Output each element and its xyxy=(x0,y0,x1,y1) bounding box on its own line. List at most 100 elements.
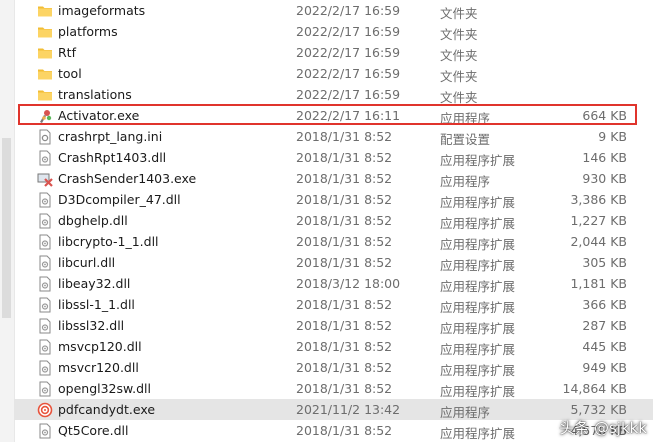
file-row[interactable]: libeay32.dll 2018/3/12 18:00 应用程序扩展 1,181 K… xyxy=(14,273,653,294)
file-type: 应用程序扩展 xyxy=(440,300,516,315)
file-date: 2018/1/31 8:52 xyxy=(296,381,393,396)
file-date: 2018/1/31 8:52 xyxy=(296,297,393,312)
file-row-selected[interactable]: Activator.exe 2022/2/17 16:11 应用程序 664 KB xyxy=(14,105,653,126)
dll-file-icon xyxy=(37,423,53,439)
file-type: 文件夹 xyxy=(440,90,478,105)
file-type: 应用程序扩展 xyxy=(440,237,516,252)
file-row[interactable]: imageformats 2022/2/17 16:59 文件夹 xyxy=(14,0,653,21)
file-row[interactable]: msvcp120.dll 2018/1/31 8:52 应用程序扩展 445 KB xyxy=(14,336,653,357)
file-name: libssl32.dll xyxy=(58,318,125,333)
file-name: tool xyxy=(58,66,82,81)
file-date: 2018/1/31 8:52 xyxy=(296,171,393,186)
file-row[interactable]: CrashRpt1403.dll 2018/1/31 8:52 应用程序扩展 146 … xyxy=(14,147,653,168)
dll-file-icon xyxy=(37,234,53,250)
file-size: 2,044 KB xyxy=(570,234,627,249)
file-row[interactable]: platforms 2022/2/17 16:59 文件夹 xyxy=(14,21,653,42)
folder-icon xyxy=(37,87,53,103)
file-name: msvcr120.dll xyxy=(58,360,139,375)
file-row[interactable]: translations 2022/2/17 16:59 文件夹 xyxy=(14,84,653,105)
file-size: 287 KB xyxy=(582,318,627,333)
file-date: 2022/2/17 16:59 xyxy=(296,3,401,18)
file-row[interactable]: dbghelp.dll 2018/1/31 8:52 应用程序扩展 1,227 KB xyxy=(14,210,653,231)
file-date: 2018/1/31 8:52 xyxy=(296,192,393,207)
file-size: 664 KB xyxy=(582,108,627,123)
file-date: 2018/1/31 8:52 xyxy=(296,150,393,165)
file-name: CrashSender1403.exe xyxy=(58,171,197,186)
dll-file-icon xyxy=(37,213,53,229)
file-date: 2018/1/31 8:52 xyxy=(296,318,393,333)
file-row[interactable]: D3Dcompiler_47.dll 2018/1/31 8:52 应用程序扩展 3,… xyxy=(14,189,653,210)
file-row[interactable]: Rtf 2022/2/17 16:59 文件夹 xyxy=(14,42,653,63)
file-type: 文件夹 xyxy=(440,48,478,63)
file-name: libeay32.dll xyxy=(58,276,131,291)
navigation-pane-scrollbar[interactable] xyxy=(0,0,15,442)
file-name: platforms xyxy=(58,24,118,39)
file-size: 14,864 KB xyxy=(562,381,627,396)
file-row[interactable]: msvcr120.dll 2018/1/31 8:52 应用程序扩展 949 KB xyxy=(14,357,653,378)
dll-file-icon xyxy=(37,360,53,376)
file-row[interactable]: Qt5Core.dll 2018/1/31 8:52 应用程序扩展 4,570 KB xyxy=(14,420,653,441)
file-type: 应用程序 xyxy=(440,174,491,189)
file-size: 949 KB xyxy=(582,360,627,375)
dll-file-icon xyxy=(37,276,53,292)
file-row[interactable]: CrashSender1403.exe 2018/1/31 8:52 应用程序 930… xyxy=(14,168,653,189)
file-name: msvcp120.dll xyxy=(58,339,142,354)
file-date: 2018/1/31 8:52 xyxy=(296,339,393,354)
file-type: 应用程序 xyxy=(440,405,491,420)
dll-file-icon xyxy=(37,150,53,166)
dll-file-icon xyxy=(37,192,53,208)
file-size: 3,386 KB xyxy=(570,192,627,207)
dll-file-icon xyxy=(37,297,53,313)
file-type: 文件夹 xyxy=(440,6,478,21)
file-name: libcurl.dll xyxy=(58,255,116,270)
file-type: 应用程序扩展 xyxy=(440,384,516,399)
file-size: 930 KB xyxy=(582,171,627,186)
file-size: 1,181 KB xyxy=(570,276,627,291)
file-row[interactable]: crashrpt_lang.ini 2018/1/31 8:52 配置设置 9 KB xyxy=(14,126,653,147)
file-type: 应用程序 xyxy=(440,111,491,126)
file-date: 2022/2/17 16:59 xyxy=(296,87,401,102)
file-type: 应用程序扩展 xyxy=(440,279,516,294)
file-type: 配置设置 xyxy=(440,132,491,147)
file-date: 2018/1/31 8:52 xyxy=(296,129,393,144)
file-size: 9 KB xyxy=(598,129,627,144)
config-file-icon xyxy=(37,129,53,145)
file-name: pdfcandydt.exe xyxy=(58,402,156,417)
file-row[interactable]: opengl32sw.dll 2018/1/31 8:52 应用程序扩展 14,864… xyxy=(14,378,653,399)
file-row[interactable]: libcrypto-1_1.dll 2018/1/31 8:52 应用程序扩展 2,0… xyxy=(14,231,653,252)
file-row[interactable]: libcurl.dll 2018/1/31 8:52 应用程序扩展 305 KB xyxy=(14,252,653,273)
watermark: 头条 @sjkkk xyxy=(559,419,647,437)
file-name: libcrypto-1_1.dll xyxy=(58,234,159,249)
file-date: 2018/1/31 8:52 xyxy=(296,423,393,438)
file-row[interactable]: tool 2022/2/17 16:59 文件夹 xyxy=(14,63,653,84)
file-type: 应用程序扩展 xyxy=(440,342,516,357)
file-type: 应用程序扩展 xyxy=(440,426,516,441)
file-name: crashrpt_lang.ini xyxy=(58,129,163,144)
file-type: 文件夹 xyxy=(440,69,478,84)
file-row[interactable]: libssl-1_1.dll 2018/1/31 8:52 应用程序扩展 366 KB xyxy=(14,294,653,315)
pdfcandy-icon xyxy=(37,402,53,418)
file-size: 1,227 KB xyxy=(570,213,627,228)
file-date: 2022/2/17 16:59 xyxy=(296,66,401,81)
file-type: 应用程序扩展 xyxy=(440,363,516,378)
file-type: 应用程序扩展 xyxy=(440,321,516,336)
file-name: imageformats xyxy=(58,3,146,18)
file-type: 应用程序扩展 xyxy=(440,195,516,210)
file-date: 2018/1/31 8:52 xyxy=(296,234,393,249)
file-date: 2022/2/17 16:59 xyxy=(296,24,401,39)
folder-icon xyxy=(37,3,53,19)
file-date: 2021/11/2 13:42 xyxy=(296,402,401,417)
file-type: 应用程序扩展 xyxy=(440,153,516,168)
dll-file-icon xyxy=(37,381,53,397)
dll-file-icon xyxy=(37,318,53,334)
scrollbar-thumb[interactable] xyxy=(2,138,11,318)
file-name: Activator.exe xyxy=(58,108,140,123)
file-date: 2022/2/17 16:11 xyxy=(296,108,401,123)
file-row[interactable]: libssl32.dll 2018/1/31 8:52 应用程序扩展 287 KB xyxy=(14,315,653,336)
file-date: 2018/1/31 8:52 xyxy=(296,213,393,228)
file-date: 2018/1/31 8:52 xyxy=(296,255,393,270)
dll-file-icon xyxy=(37,255,53,271)
file-row[interactable]: pdfcandydt.exe 2021/11/2 13:42 应用程序 5,732 K… xyxy=(14,399,653,420)
file-size: 146 KB xyxy=(582,150,627,165)
file-type: 应用程序扩展 xyxy=(440,216,516,231)
